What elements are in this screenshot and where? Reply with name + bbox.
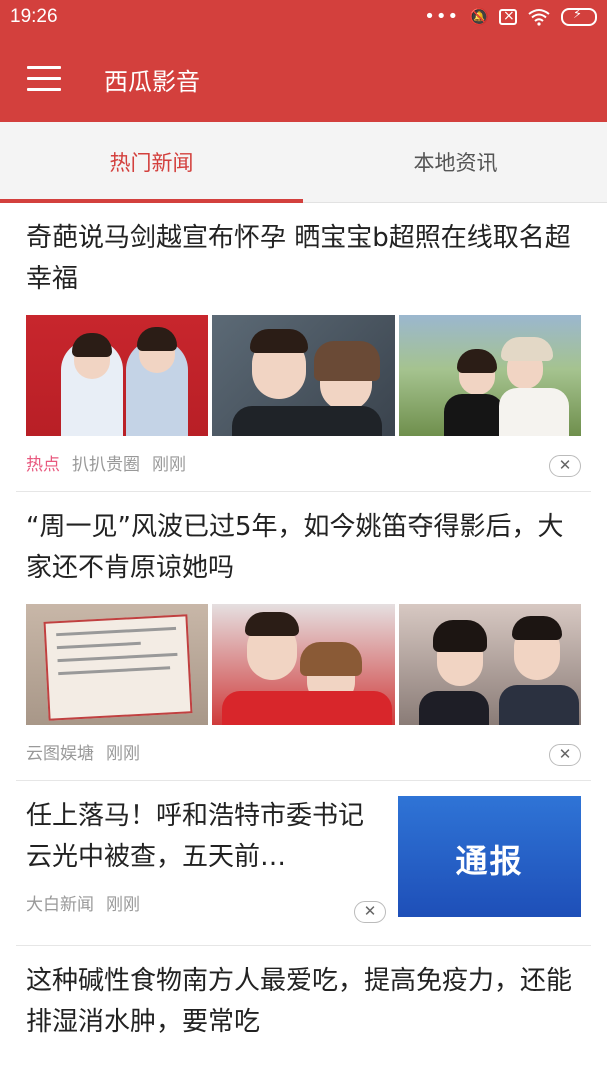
news-title[interactable]: 奇葩说马剑越宣布怀孕 晒宝宝b超照在线取名超幸福	[16, 203, 591, 300]
news-item[interactable]: “周一见”风波已过5年，如今姚笛夺得影后，大家还不肯原谅她吗 云图娱塘 刚刚 ✕	[16, 492, 591, 781]
tab-label: 热门新闻	[109, 151, 194, 175]
news-meta: 云图娱塘 刚刚	[16, 725, 591, 780]
status-icons: ••• 🔕	[424, 6, 597, 27]
couple-hug-photo[interactable]	[212, 604, 395, 725]
hamburger-icon[interactable]	[27, 66, 61, 92]
tab-hot-news[interactable]: 热门新闻	[0, 122, 303, 202]
dismiss-close-icon[interactable]: ✕	[354, 901, 386, 923]
news-meta: 热点 扒扒贵圈 刚刚	[16, 436, 591, 491]
dismiss-close-icon[interactable]: ✕	[549, 744, 581, 766]
wifi-icon	[528, 8, 550, 26]
award-certificate-photo[interactable]	[26, 604, 209, 725]
dismiss-close-icon[interactable]: ✕	[549, 455, 581, 477]
news-title[interactable]: “周一见”风波已过5年，如今姚笛夺得影后，大家还不肯原谅她吗	[16, 492, 591, 589]
news-item[interactable]: 奇葩说马剑越宣布怀孕 晒宝宝b超照在线取名超幸福 热点 扒扒贵圈 刚刚 ✕	[16, 203, 591, 492]
image-row	[16, 300, 591, 436]
couple-wedding-photo[interactable]	[398, 315, 581, 436]
battery-charging-icon	[561, 7, 597, 26]
app-bar: 西瓜影音	[0, 36, 607, 122]
news-time: 刚刚	[106, 744, 140, 764]
tab-bar: 热门新闻 本地资讯	[0, 122, 607, 203]
tab-label: 本地资讯	[413, 151, 498, 175]
news-time: 刚刚	[152, 455, 186, 475]
status-bar: 19:26 ••• 🔕	[0, 0, 607, 36]
news-source[interactable]: 大白新闻	[26, 890, 94, 915]
news-source[interactable]: 云图娱塘	[26, 739, 94, 764]
man-woman-portrait-photo[interactable]	[398, 604, 581, 725]
mute-bell-icon: 🔕	[469, 7, 489, 26]
news-title[interactable]: 任上落马！呼和浩特市委书记云光中被查，五天前…	[16, 781, 398, 878]
news-source[interactable]: 扒扒贵圈	[72, 450, 140, 475]
news-time: 刚刚	[106, 895, 140, 915]
news-title[interactable]: 这种碱性食物南方人最爱吃，提高免疫力，还能排湿消水肿，要常吃	[16, 946, 591, 1043]
more-dots-icon: •••	[424, 6, 460, 27]
tab-local-news[interactable]: 本地资讯	[304, 122, 607, 202]
news-feed[interactable]: 奇葩说马剑越宣布怀孕 晒宝宝b超照在线取名超幸福 热点 扒扒贵圈 刚刚 ✕ “周…	[0, 203, 607, 1043]
news-item[interactable]: 任上落马！呼和浩特市委书记云光中被查，五天前… 大白新闻 刚刚 通报 ✕	[16, 781, 591, 946]
news-meta: 大白新闻 刚刚	[16, 878, 398, 931]
status-time: 19:26	[10, 6, 58, 27]
app-title: 西瓜影音	[104, 68, 200, 96]
couple-selfie-photo[interactable]	[212, 315, 395, 436]
hot-tag: 热点	[26, 455, 60, 475]
couple-red-background-photo[interactable]	[26, 315, 209, 436]
image-row	[16, 589, 591, 725]
thumbnail-text: 通报	[455, 842, 524, 880]
sim-blocked-icon	[499, 8, 517, 25]
news-item[interactable]: 这种碱性食物南方人最爱吃，提高免疫力，还能排湿消水肿，要常吃	[16, 946, 591, 1043]
notice-thumbnail[interactable]: 通报	[398, 796, 581, 917]
